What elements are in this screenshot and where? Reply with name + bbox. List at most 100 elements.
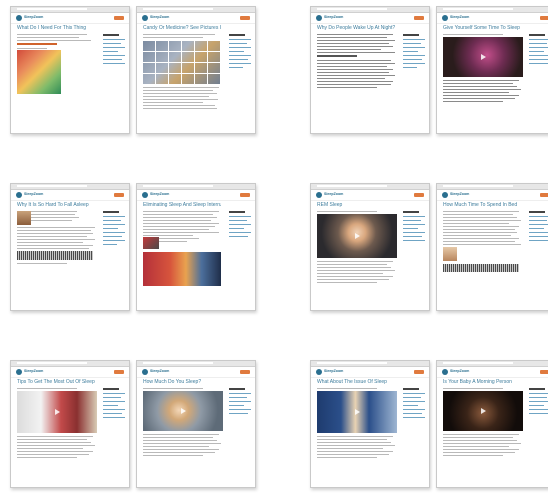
sidebar-link[interactable] <box>103 47 125 48</box>
article-title[interactable]: How Much Do You Sleep? <box>143 379 221 385</box>
sidebar-link[interactable] <box>229 393 251 394</box>
sidebar-link[interactable] <box>229 405 244 406</box>
page-thumbnail[interactable]: SleepZoom How Much Do You Sleep? <box>136 360 256 488</box>
sidebar-link[interactable] <box>403 220 421 221</box>
sidebar-link[interactable] <box>229 55 251 56</box>
play-icon[interactable] <box>355 409 360 415</box>
sidebar-link[interactable] <box>103 220 121 221</box>
header-button[interactable] <box>114 370 124 374</box>
article-title[interactable]: Why Do People Wake Up At Night? <box>317 25 395 31</box>
sidebar-link[interactable] <box>529 216 548 217</box>
video-player[interactable] <box>317 391 397 433</box>
sidebar-link[interactable] <box>403 401 425 402</box>
sidebar-link[interactable] <box>403 236 422 237</box>
sidebar-link[interactable] <box>103 393 125 394</box>
sidebar-link[interactable] <box>403 397 421 398</box>
sidebar-link[interactable] <box>229 401 251 402</box>
video-player[interactable] <box>143 391 223 431</box>
sidebar-link[interactable] <box>103 409 125 410</box>
sidebar-link[interactable] <box>529 55 548 56</box>
sidebar-link[interactable] <box>529 393 548 394</box>
play-icon[interactable] <box>181 408 186 414</box>
sidebar-link[interactable] <box>403 43 421 44</box>
page-thumbnail[interactable]: SleepZoom REM Sleep <box>310 183 430 311</box>
sidebar-link[interactable] <box>229 232 251 233</box>
sidebar-link[interactable] <box>403 47 425 48</box>
page-thumbnail[interactable]: SleepZoom What About The Issue Of Sleep <box>310 360 430 488</box>
sidebar-link[interactable] <box>103 224 125 225</box>
sidebar-link[interactable] <box>229 67 243 68</box>
page-thumbnail[interactable]: SleepZoom Candy Or Medicine? See Picture… <box>136 6 256 134</box>
sidebar-link[interactable] <box>403 216 425 217</box>
article-title[interactable]: Give Yourself Some Time To Sleep <box>443 25 521 31</box>
article-title[interactable]: REM Sleep <box>317 202 395 208</box>
sidebar-link[interactable] <box>403 405 418 406</box>
sidebar-link[interactable] <box>229 224 251 225</box>
article-title[interactable]: Tips To Get The Most Out Of Sleep <box>17 379 95 385</box>
page-thumbnail[interactable]: SleepZoom Tips To Get The Most Out Of Sl… <box>10 360 130 488</box>
article-title[interactable]: Is Your Baby A Morning Person <box>443 379 521 385</box>
sidebar-link[interactable] <box>103 216 125 217</box>
sidebar-link[interactable] <box>103 244 117 245</box>
header-button[interactable] <box>540 16 548 20</box>
sidebar-link[interactable] <box>103 63 125 64</box>
sidebar-link[interactable] <box>403 232 425 233</box>
sidebar-link[interactable] <box>103 39 125 40</box>
article-title[interactable]: Candy Or Medicine? See Pictures Inside <box>143 25 221 31</box>
sidebar-link[interactable] <box>229 51 244 52</box>
sidebar-link[interactable] <box>529 47 548 48</box>
page-thumbnail[interactable]: SleepZoom Eliminating Sleep And Sleep In… <box>136 183 256 311</box>
header-button[interactable] <box>240 370 250 374</box>
sidebar-link[interactable] <box>229 47 251 48</box>
sidebar-link[interactable] <box>229 236 248 237</box>
article-title[interactable]: Eliminating Sleep And Sleep Interruption… <box>143 202 221 208</box>
sidebar-link[interactable] <box>529 409 548 410</box>
sidebar-link[interactable] <box>529 405 544 406</box>
sidebar-link[interactable] <box>529 228 544 229</box>
sidebar-link[interactable] <box>403 413 422 414</box>
sidebar-link[interactable] <box>103 240 125 241</box>
header-button[interactable] <box>114 193 124 197</box>
sidebar-link[interactable] <box>103 232 125 233</box>
sidebar-link[interactable] <box>229 413 248 414</box>
sidebar-link[interactable] <box>103 228 118 229</box>
play-icon[interactable] <box>355 233 360 239</box>
sidebar-link[interactable] <box>529 240 548 241</box>
sidebar-link[interactable] <box>403 51 418 52</box>
sidebar-link[interactable] <box>103 43 121 44</box>
play-icon[interactable] <box>481 54 486 60</box>
sidebar-link[interactable] <box>403 228 418 229</box>
sidebar-link[interactable] <box>229 397 247 398</box>
sidebar-link[interactable] <box>403 393 425 394</box>
sidebar-link[interactable] <box>403 417 425 418</box>
sidebar-link[interactable] <box>103 236 122 237</box>
header-button[interactable] <box>414 193 424 197</box>
sidebar-link[interactable] <box>103 397 121 398</box>
article-title[interactable]: How Much Time To Spend In Bed <box>443 202 521 208</box>
sidebar-link[interactable] <box>403 55 425 56</box>
sidebar-link[interactable] <box>529 224 548 225</box>
page-thumbnail[interactable]: SleepZoom How Much Time To Spend In Bed <box>436 183 548 311</box>
sidebar-link[interactable] <box>403 59 422 60</box>
header-button[interactable] <box>414 16 424 20</box>
sidebar-link[interactable] <box>403 39 425 40</box>
page-thumbnail[interactable]: SleepZoom Give Yourself Some Time To Sle… <box>436 6 548 134</box>
sidebar-link[interactable] <box>403 409 425 410</box>
sidebar-link[interactable] <box>529 232 548 233</box>
sidebar-link[interactable] <box>103 55 125 56</box>
sidebar-link[interactable] <box>229 63 251 64</box>
sidebar-link[interactable] <box>529 401 548 402</box>
sidebar-link[interactable] <box>229 220 247 221</box>
page-thumbnail[interactable]: SleepZoom Is Your Baby A Morning Person <box>436 360 548 488</box>
video-player[interactable] <box>17 391 97 433</box>
sidebar-link[interactable] <box>103 59 122 60</box>
sidebar-link[interactable] <box>529 51 544 52</box>
article-title[interactable]: What Do I Need For This Thing <box>17 25 95 31</box>
sidebar-link[interactable] <box>529 59 548 60</box>
play-icon[interactable] <box>55 409 60 415</box>
sidebar-link[interactable] <box>529 236 548 237</box>
sidebar-link[interactable] <box>229 43 247 44</box>
header-button[interactable] <box>240 193 250 197</box>
header-button[interactable] <box>540 370 548 374</box>
page-thumbnail[interactable]: SleepZoom What Do I Need For This Thing <box>10 6 130 134</box>
